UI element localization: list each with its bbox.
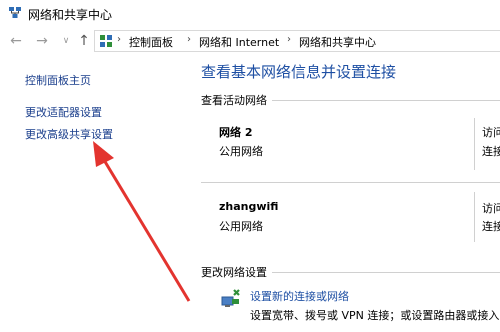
column-divider <box>474 118 475 170</box>
forward-arrow-icon[interactable]: → <box>34 33 50 49</box>
access-type-label: 访问 <box>482 202 500 215</box>
address-box[interactable]: › 控制面板 › 网络和 Internet › 网络和共享中心 <box>94 30 500 52</box>
connections-label: 连接 <box>482 220 500 233</box>
breadcrumb-network-internet[interactable]: 网络和 Internet <box>199 34 279 50</box>
breadcrumb-separator-icon: › <box>287 34 291 45</box>
breadcrumb-separator-icon: › <box>117 34 121 45</box>
column-divider <box>474 192 475 242</box>
section-divider <box>272 100 500 101</box>
network-divider <box>201 182 500 183</box>
change-advanced-sharing-settings-link[interactable]: 更改高级共享设置 <box>25 126 113 142</box>
network-type-link[interactable]: 公用网络 <box>219 218 263 234</box>
up-arrow-icon[interactable]: ↑ <box>76 33 92 49</box>
control-panel-icon <box>100 35 112 47</box>
page-title: 查看基本网络信息并设置连接 <box>201 63 397 81</box>
network-name: zhangwifi <box>219 200 279 213</box>
network-type-link[interactable]: 公用网络 <box>219 143 263 159</box>
breadcrumb-control-panel[interactable]: 控制面板 <box>129 34 173 50</box>
new-connection-icon[interactable] <box>219 288 241 310</box>
active-networks-heading: 查看活动网络 <box>201 94 267 107</box>
breadcrumb-network-sharing-center[interactable]: 网络和共享中心 <box>299 34 376 50</box>
change-network-settings-heading: 更改网络设置 <box>201 266 267 279</box>
address-bar: ← → ∨ ↑ › 控制面板 › 网络和 Internet › 网络和共享中心 <box>0 28 500 56</box>
connections-label: 连接 <box>482 145 500 158</box>
section-divider <box>272 272 500 273</box>
setup-new-connection-description: 设置宽带、拨号或 VPN 连接；或设置路由器或接入点 <box>250 309 500 322</box>
recent-locations-chevron-icon[interactable]: ∨ <box>58 33 74 49</box>
breadcrumb-separator-icon: › <box>187 34 191 45</box>
window-title: 网络和共享中心 <box>28 8 113 22</box>
change-adapter-settings-link[interactable]: 更改适配器设置 <box>25 104 102 120</box>
network-sharing-center-window: 网络和共享中心 ← → ∨ ↑ › 控制面板 › 网络和 Internet › … <box>0 0 500 332</box>
access-type-label: 访问 <box>482 126 500 139</box>
network-sharing-icon <box>9 7 21 18</box>
back-arrow-icon[interactable]: ← <box>8 33 24 49</box>
setup-new-connection-link[interactable]: 设置新的连接或网络 <box>250 288 349 304</box>
network-name: 网络 2 <box>219 126 253 139</box>
control-panel-home-link[interactable]: 控制面板主页 <box>25 72 91 88</box>
title-bar: 网络和共享中心 <box>0 0 500 26</box>
